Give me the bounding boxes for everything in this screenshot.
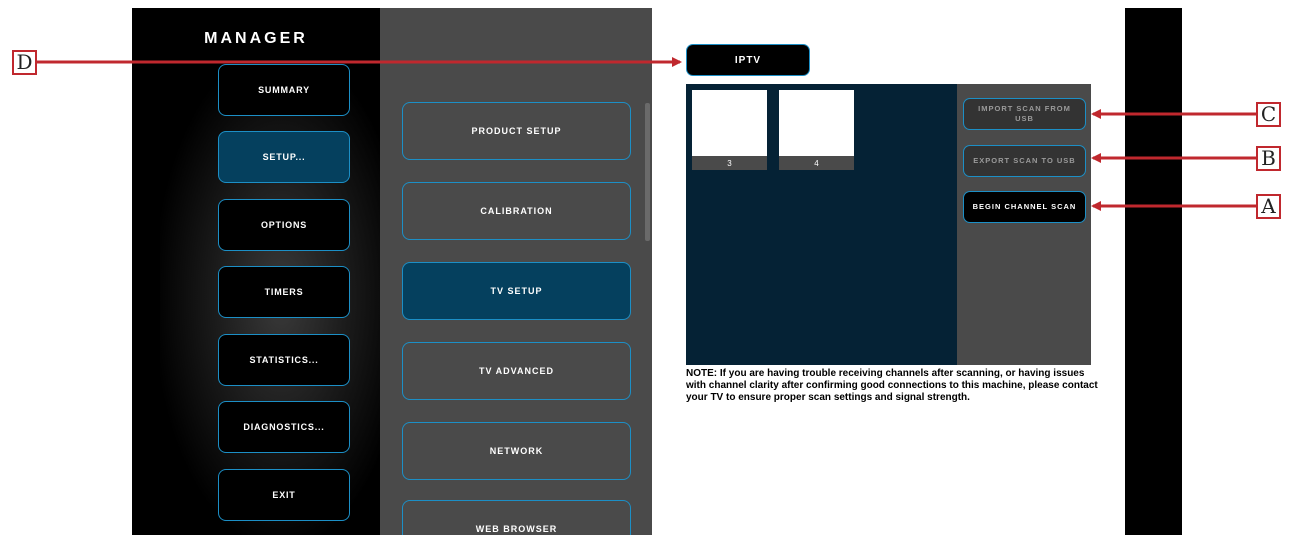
iptv-tab[interactable]: IPTV — [686, 44, 810, 76]
submenu-scrollbar[interactable] — [645, 103, 650, 241]
callout-a-label: A — [1256, 194, 1281, 219]
nav-statistics-button[interactable]: STATISTICS... — [218, 334, 350, 386]
callout-d-label: D — [12, 50, 37, 75]
channel-tile[interactable]: 4 — [779, 90, 854, 170]
begin-channel-scan-button[interactable]: BEGIN CHANNEL SCAN — [963, 191, 1086, 223]
right-border — [1125, 8, 1182, 535]
nav-timers-button[interactable]: TIMERS — [218, 266, 350, 318]
channel-number: 3 — [692, 156, 767, 170]
callout-b-label: B — [1256, 146, 1281, 171]
manager-screen: MANAGER SUMMARY SETUP... OPTIONS TIMERS … — [0, 0, 1292, 535]
callout-c-label: C — [1256, 102, 1281, 127]
submenu-web-browser-button[interactable]: WEB BROWSER — [402, 500, 631, 535]
submenu-tv-advanced-button[interactable]: TV ADVANCED — [402, 342, 631, 400]
channel-number: 4 — [779, 156, 854, 170]
channel-tile[interactable]: 3 — [692, 90, 767, 170]
import-scan-button[interactable]: IMPORT SCAN FROM USB — [963, 98, 1086, 130]
submenu-product-setup-button[interactable]: PRODUCT SETUP — [402, 102, 631, 160]
manager-title: MANAGER — [204, 30, 308, 47]
nav-options-button[interactable]: OPTIONS — [218, 199, 350, 251]
export-scan-button[interactable]: EXPORT SCAN TO USB — [963, 145, 1086, 177]
submenu-calibration-button[interactable]: CALIBRATION — [402, 182, 631, 240]
channel-preview — [779, 90, 854, 156]
nav-setup-button[interactable]: SETUP... — [218, 131, 350, 183]
nav-exit-button[interactable]: EXIT — [218, 469, 350, 521]
submenu-network-button[interactable]: NETWORK — [402, 422, 631, 480]
submenu-tv-setup-button[interactable]: TV SETUP — [402, 262, 631, 320]
scan-note: NOTE: If you are having trouble receivin… — [686, 368, 1098, 403]
channel-preview — [692, 90, 767, 156]
nav-summary-button[interactable]: SUMMARY — [218, 64, 350, 116]
nav-diagnostics-button[interactable]: DIAGNOSTICS... — [218, 401, 350, 453]
